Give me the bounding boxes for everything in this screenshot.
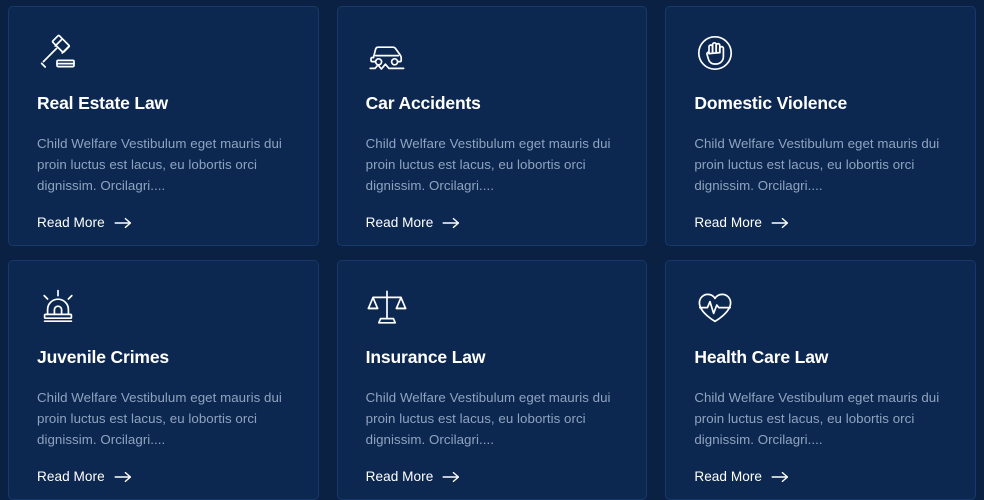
- arrow-right-icon: [771, 217, 789, 229]
- card-title: Health Care Law: [694, 347, 829, 367]
- police-siren-icon: [37, 287, 79, 327]
- stop-hand-icon: [694, 33, 736, 73]
- card-description: Child Welfare Vestibulum eget mauris dui…: [365, 136, 611, 193]
- read-more-label: Read More: [365, 469, 434, 484]
- arrow-right-icon: [114, 217, 132, 229]
- arrow-right-icon: [442, 217, 460, 229]
- arrow-right-icon: [442, 471, 460, 483]
- scales-of-justice-icon: [366, 287, 408, 327]
- read-more-link[interactable]: Read More: [694, 469, 789, 484]
- read-more-label: Read More: [694, 215, 763, 230]
- practice-areas-card-grid: Real Estate Law Child Welfare Vestibulum …: [0, 0, 984, 500]
- practice-area-card[interactable]: Real Estate Law Child Welfare Vestibulum …: [8, 6, 319, 246]
- arrow-right-icon: [771, 471, 789, 483]
- card-description: Child Welfare Vestibulum eget mauris dui…: [694, 136, 940, 193]
- read-more-label: Read More: [37, 215, 105, 230]
- card-title: Real Estate Law: [37, 93, 168, 113]
- card-title: Juvenile Crimes: [37, 347, 169, 367]
- read-more-link[interactable]: Read More: [37, 215, 132, 230]
- read-more-link[interactable]: Read More: [366, 215, 461, 230]
- read-more-label: Read More: [365, 215, 434, 230]
- car-accident-icon: [366, 33, 408, 73]
- card-title: Car Accidents: [365, 93, 481, 113]
- practice-area-card[interactable]: Juvenile Crimes Child Welfare Vestibulum …: [8, 260, 319, 500]
- read-more-link[interactable]: Read More: [366, 469, 461, 484]
- read-more-label: Read More: [37, 469, 105, 484]
- card-description: Child Welfare Vestibulum eget mauris dui…: [37, 136, 282, 193]
- card-description: Child Welfare Vestibulum eget mauris dui…: [694, 390, 940, 447]
- gavel-icon: [37, 33, 79, 73]
- read-more-link[interactable]: Read More: [37, 469, 132, 484]
- practice-area-card[interactable]: Health Care Law Child Welfare Vestibulum …: [665, 260, 976, 500]
- card-description: Child Welfare Vestibulum eget mauris dui…: [37, 390, 282, 447]
- read-more-link[interactable]: Read More: [694, 215, 789, 230]
- read-more-label: Read More: [694, 469, 763, 484]
- practice-area-card[interactable]: Domestic Violence Child Welfare Vestibulu…: [665, 6, 976, 246]
- practice-area-card[interactable]: Car Accidents Child Welfare Vestibulum eg…: [336, 6, 648, 246]
- card-title: Insurance Law: [365, 347, 486, 367]
- practice-area-card[interactable]: Insurance Law Child Welfare Vestibulum eg…: [336, 260, 648, 500]
- card-title: Domestic Violence: [694, 93, 848, 113]
- card-description: Child Welfare Vestibulum eget mauris dui…: [365, 390, 611, 447]
- heart-pulse-icon: [694, 287, 736, 327]
- arrow-right-icon: [114, 471, 132, 483]
